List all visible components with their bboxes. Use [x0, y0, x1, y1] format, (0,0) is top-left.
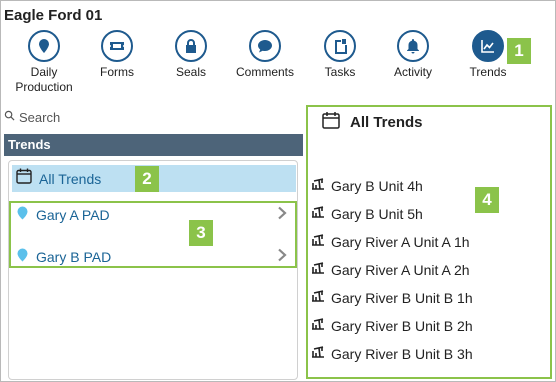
trend-item[interactable]: Gary B Unit 5h: [311, 205, 423, 223]
all-trends-title: All Trends: [312, 110, 423, 134]
ticket-icon: [101, 30, 133, 62]
trend-label: Gary River B Unit B 2h: [331, 318, 473, 334]
trends-section-header: Trends: [4, 134, 303, 156]
toolbar-comments[interactable]: Comments: [230, 30, 300, 80]
trend-item[interactable]: Gary River B Unit B 3h: [311, 345, 473, 363]
chevron-right-icon: [277, 248, 287, 267]
toolbar-tasks[interactable]: Tasks: [305, 30, 375, 80]
toolbar: Daily Production Forms Seals Comments Ta…: [0, 30, 556, 98]
toolbar-label: Comments: [235, 65, 294, 79]
toolbar-forms[interactable]: Forms: [82, 30, 152, 80]
search-icon: [4, 108, 19, 126]
pump-jack-icon: [311, 345, 325, 363]
pump-jack-icon: [311, 205, 325, 223]
map-pin-icon: [17, 206, 28, 225]
trends-list-panel: [8, 160, 298, 380]
map-pin-icon: [17, 248, 28, 267]
calendar-icon: [15, 167, 33, 190]
search-input[interactable]: [19, 109, 259, 125]
pump-jack-icon: [311, 289, 325, 307]
toolbar-activity[interactable]: Activity: [378, 30, 448, 80]
bell-icon: [397, 30, 429, 62]
callout-badge: 1: [507, 38, 531, 64]
pad-item-gary-b[interactable]: Gary B PAD: [17, 246, 287, 268]
callout-badge: 4: [475, 187, 499, 213]
app-title: Eagle Ford 01: [4, 7, 103, 24]
trend-item[interactable]: Gary River B Unit B 2h: [311, 317, 473, 335]
trend-label: Gary B Unit 4h: [331, 178, 423, 194]
toolbar-label: Daily Production: [15, 65, 73, 94]
toolbar-seals[interactable]: Seals: [156, 30, 226, 80]
search-bar[interactable]: [4, 108, 300, 126]
toolbar-daily-production[interactable]: Daily Production: [9, 30, 79, 95]
all-trends-label: All Trends: [39, 170, 102, 187]
pad-label: Gary A PAD: [36, 207, 110, 223]
trend-label: Gary River B Unit B 1h: [331, 290, 473, 306]
trend-chart-icon: [472, 30, 504, 62]
all-trends-heading: All Trends: [350, 113, 423, 131]
trend-label: Gary River A Unit A 2h: [331, 262, 470, 278]
calendar-icon: [321, 110, 341, 134]
trend-item[interactable]: Gary B Unit 4h: [311, 177, 423, 195]
toolbar-label: Forms: [100, 65, 134, 79]
toolbar-label: Tasks: [324, 65, 356, 79]
trend-label: Gary B Unit 5h: [331, 206, 423, 222]
pump-jack-icon: [311, 317, 325, 335]
pump-jack-icon: [311, 261, 325, 279]
toolbar-label: Activity: [393, 65, 432, 79]
trend-label: Gary River A Unit A 1h: [331, 234, 470, 250]
pad-item-gary-a[interactable]: Gary A PAD: [17, 204, 287, 226]
trend-label: Gary River B Unit B 3h: [331, 346, 473, 362]
toolbar-label: Trends: [469, 65, 507, 79]
pump-jack-icon: [311, 177, 325, 195]
trend-item[interactable]: Gary River A Unit A 2h: [311, 261, 470, 279]
chat-bubble-icon: [249, 30, 281, 62]
pad-label: Gary B PAD: [36, 249, 112, 265]
lock-icon: [175, 30, 207, 62]
callout-badge: 2: [135, 166, 159, 192]
toolbar-label: Seals: [175, 65, 207, 79]
trend-item[interactable]: Gary River A Unit A 1h: [311, 233, 470, 251]
map-pin-icon: [28, 30, 60, 62]
chevron-right-icon: [277, 206, 287, 225]
callout-badge: 3: [189, 220, 213, 246]
trend-item[interactable]: Gary River B Unit B 1h: [311, 289, 473, 307]
clipboard-icon: [324, 30, 356, 62]
pump-jack-icon: [311, 233, 325, 251]
